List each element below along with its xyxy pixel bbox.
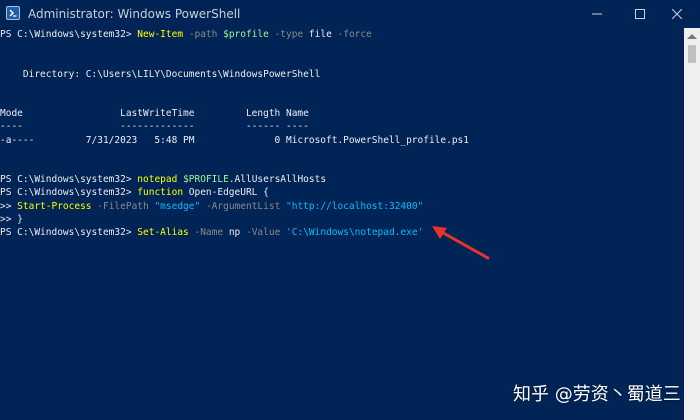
console-line: PS C:\Windows\system32> function Open-Ed… bbox=[0, 186, 269, 199]
console-token: file bbox=[308, 29, 332, 40]
vertical-scrollbar[interactable] bbox=[684, 28, 700, 420]
console-token: Directory: C:\Users\LILY\Documents\Windo… bbox=[0, 68, 321, 80]
console-token: -force bbox=[331, 29, 372, 40]
console-token: -ArgumentList bbox=[200, 200, 287, 212]
console-line: PS C:\Windows\system32> notepad $PROFILE… bbox=[0, 173, 326, 186]
console-token: -Value bbox=[240, 227, 287, 238]
console-line: -a---- 7/31/2023 5:48 PM 0 Microsoft.Pow… bbox=[0, 134, 469, 147]
console-token: -type bbox=[268, 29, 309, 40]
console-token: -Name bbox=[188, 227, 229, 238]
close-button[interactable] bbox=[654, 0, 700, 28]
console-token: ---- ------------- ------ ---- bbox=[0, 121, 309, 133]
console-token: New-Item bbox=[137, 29, 184, 40]
console-token: PS C:\Windows\system32> bbox=[0, 227, 138, 238]
red-arrow-annotation bbox=[432, 226, 490, 260]
console-output[interactable]: PS C:\Windows\system32> New-Item -path $… bbox=[0, 28, 682, 420]
console-token: function bbox=[137, 187, 184, 199]
console-line: >> Start-Process -FilePath "msedge" -Arg… bbox=[0, 200, 423, 213]
console-token: PS C:\Windows\system32> bbox=[0, 187, 138, 199]
console-line: Directory: C:\Users\LILY\Documents\Windo… bbox=[0, 68, 320, 81]
console-token: Start-Process bbox=[17, 200, 92, 212]
console-token: .AllUsersAllHosts bbox=[228, 174, 327, 186]
console-token: np bbox=[228, 227, 241, 238]
console-token: PS C:\Windows\system32> bbox=[0, 174, 138, 186]
console-token: 'C:\Windows\notepad.exe' bbox=[286, 227, 424, 238]
console-token: Set-Alias bbox=[137, 227, 189, 238]
console-token: Mode LastWriteTime Length Name bbox=[0, 108, 309, 120]
maximize-icon bbox=[635, 9, 645, 19]
console-line: Mode LastWriteTime Length Name bbox=[0, 107, 309, 120]
console-token: >> } bbox=[0, 213, 23, 225]
console-token: PS C:\Windows\system32> bbox=[0, 29, 138, 40]
watermark: 知乎 @劳资丶蜀道三 bbox=[513, 384, 681, 405]
console-token: Open-EdgeURL { bbox=[183, 187, 269, 199]
console-token: "http://localhost:32400" bbox=[286, 200, 424, 212]
powershell-icon[interactable] bbox=[6, 6, 20, 20]
scroll-thumb[interactable] bbox=[688, 45, 696, 63]
console-line: PS C:\Windows\system32> New-Item -path $… bbox=[0, 28, 372, 41]
console-token: -path bbox=[183, 29, 224, 40]
minimize-icon bbox=[592, 13, 602, 15]
console-token: -FilePath bbox=[91, 200, 155, 212]
scroll-up-icon[interactable] bbox=[687, 34, 697, 39]
console-line: PS C:\Windows\system32> Set-Alias -Name … bbox=[0, 226, 423, 239]
console-line: ---- ------------- ------ ---- bbox=[0, 120, 309, 133]
console-token: "msedge" bbox=[154, 200, 201, 212]
console-line: >> } bbox=[0, 213, 23, 226]
console-token: -a---- 7/31/2023 5:48 PM 0 Microsoft.Pow… bbox=[0, 134, 469, 146]
minimize-button[interactable] bbox=[574, 0, 620, 28]
console-token: >> bbox=[0, 200, 18, 212]
title-bar: Administrator: Windows PowerShell bbox=[0, 0, 700, 28]
close-icon bbox=[672, 9, 682, 19]
console-token: $profile bbox=[223, 29, 269, 40]
window-title: Administrator: Windows PowerShell bbox=[28, 7, 241, 21]
console-token: $PROFILE bbox=[183, 174, 229, 186]
console-token: notepad bbox=[137, 174, 178, 186]
